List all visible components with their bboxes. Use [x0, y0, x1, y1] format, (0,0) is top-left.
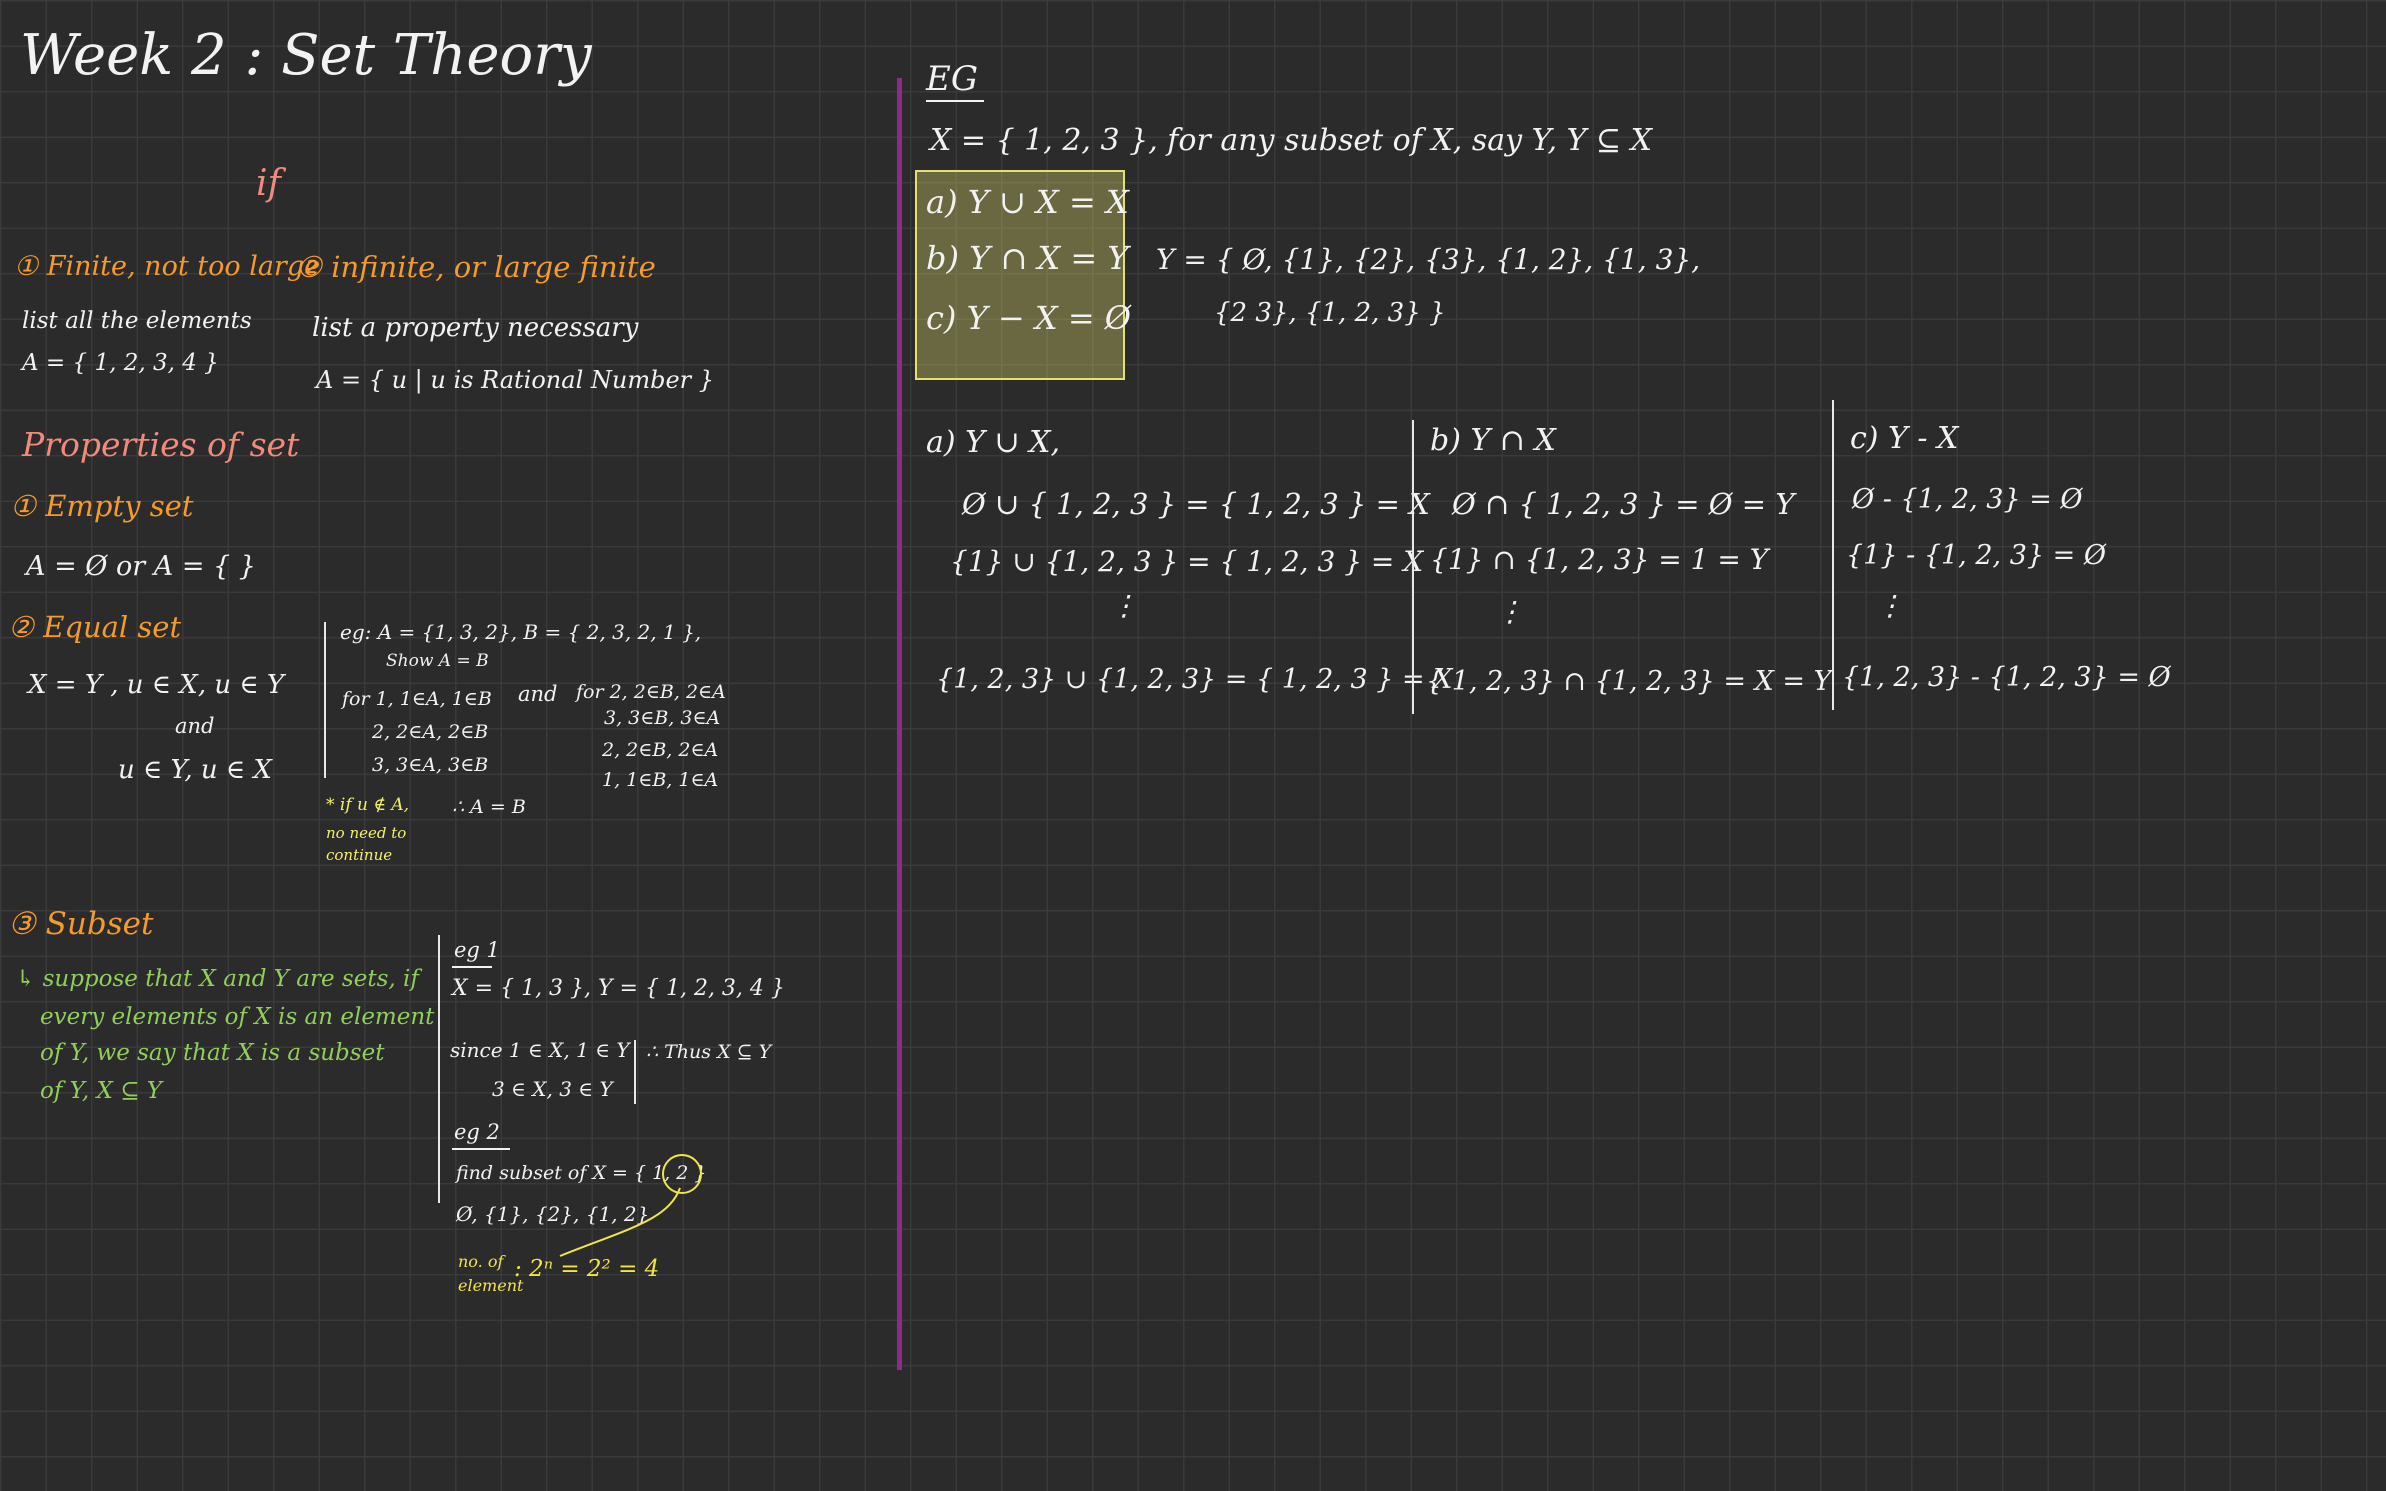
col-b-dots: ⋮ [1496, 595, 1524, 628]
col-c-row-1: Ø - {1, 2, 3} = Ø [1852, 484, 2083, 515]
equal-set-therefore: ∴ A = B [452, 796, 526, 818]
subset-formula: : 2ⁿ = 2² = 4 [514, 1256, 660, 1282]
subset-eg2-underline [452, 1148, 510, 1150]
equal-set-for1-c: 3, 3∈A, 3∈B [372, 754, 489, 776]
page-divider [897, 78, 902, 1370]
subset-arrow-curve [559, 1187, 681, 1257]
eg-label: EG [926, 59, 978, 99]
col-c-row-2: {1} - {1, 2, 3} = Ø [1846, 540, 2106, 571]
eg-underline [926, 100, 984, 102]
col-c-heading: c) Y - X [1850, 421, 1959, 456]
subset-thus: ∴ Thus X ⊆ Y [646, 1041, 772, 1063]
eg-premise: X = { 1, 2, 3 }, for any subset of X, sa… [930, 123, 1652, 158]
infinite-heading: ② infinite, or large finite [296, 250, 656, 284]
eg-statement-c: c) Y − X = Ø [926, 299, 1132, 337]
subset-eg1-line: X = { 1, 3 }, Y = { 1, 2, 3, 4 } [452, 976, 785, 1001]
equal-set-eg-line-2: Show A = B [386, 651, 489, 671]
col-a-row-3: {1, 2, 3} ∪ {1, 2, 3} = { 1, 2, 3 } = X [936, 664, 1453, 695]
finite-line-1: list all the elements [22, 308, 252, 334]
finite-line-2: A = { 1, 2, 3, 4 } [22, 350, 219, 376]
subset-def-4: of Y, X ⊆ Y [40, 1078, 162, 1104]
col-a-dots: ⋮ [1110, 589, 1138, 622]
empty-set-heading: ① Empty set [10, 489, 194, 523]
equal-set-for2-b: 3, 3∈B, 3∈A [604, 707, 721, 729]
equal-set-for2-a: for 2, 2∈B, 2∈A [576, 681, 726, 703]
col-b-row-1: Ø ∩ { 1, 2, 3 } = Ø = Y [1452, 487, 1795, 521]
subset-eg2-label: eg 2 [454, 1120, 500, 1144]
equal-set-line-2: and [175, 714, 215, 738]
col-ab-divider [1412, 420, 1414, 714]
col-a-row-2: {1} ∪ {1, 2, 3 } = { 1, 2, 3 } = X [950, 545, 1424, 578]
col-bc-divider [1832, 400, 1834, 710]
y-list-line-2: {2 3}, {1, 2, 3} } [1214, 298, 1446, 328]
eg-statement-a: a) Y ∪ X = X [926, 183, 1129, 221]
empty-set-line: A = Ø or A = { } [26, 551, 256, 582]
subset-divider [438, 935, 440, 1203]
equal-set-heading: ② Equal set [8, 610, 182, 644]
subset-eg1-underline [452, 966, 492, 968]
subset-def-2: every elements of X is an element [40, 1004, 435, 1030]
col-b-row-3: { 1, 2, 3} ∩ {1, 2, 3} = X = Y [1426, 666, 1832, 697]
subset-since-2: 3 ∈ X, 3 ∈ Y [492, 1077, 613, 1101]
subset-thus-divider [634, 1040, 636, 1104]
subset-heading: ③ Subset [8, 906, 154, 942]
equal-set-for2-d: 1, 1∈B, 1∈A [602, 769, 719, 791]
properties-heading: Properties of set [22, 425, 300, 464]
equal-set-line-1: X = Y , u ∈ X, u ∈ Y [28, 670, 285, 700]
equal-set-and: and [518, 682, 558, 706]
col-a-row-1: Ø ∪ { 1, 2, 3 } = { 1, 2, 3 } = X [962, 487, 1430, 521]
col-c-dots: ⋮ [1876, 589, 1904, 622]
equal-set-for2-c: 2, 2∈B, 2∈A [602, 739, 719, 761]
equal-set-eg-line-1: eg: A = {1, 3, 2}, B = { 2, 3, 2, 1 }, [340, 620, 702, 644]
equal-set-note-3: continue [326, 846, 393, 864]
y-list-line-1: Y = { Ø, {1}, {2}, {3}, {1, 2}, {1, 3}, [1156, 243, 1701, 276]
equal-set-note-2: no need to [326, 824, 407, 842]
finite-heading: ① Finite, not too large [14, 251, 321, 282]
eg-statement-b: b) Y ∩ X = Y [926, 239, 1129, 277]
equal-set-divider [324, 622, 326, 778]
subset-def-1: ↳ suppose that X and Y are sets, if [16, 966, 419, 992]
col-b-heading: b) Y ∩ X [1430, 423, 1556, 458]
col-a-heading: a) Y ∪ X, [926, 425, 1061, 460]
equal-set-note-1: * if u ∉ A, [326, 795, 410, 815]
subset-since-1: since 1 ∈ X, 1 ∈ Y [450, 1038, 630, 1062]
equal-set-line-3: u ∈ Y, u ∈ X [118, 755, 272, 785]
subset-def-3: of Y, we say that X is a subset [40, 1040, 385, 1066]
infinite-line-2: A = { u | u is Rational Number } [316, 366, 715, 394]
if-label: if [256, 163, 281, 204]
subset-no-of-1: no. of [458, 1252, 504, 1271]
infinite-line-1: list a property necessary [312, 313, 639, 343]
col-c-row-3: {1, 2, 3} - {1, 2, 3} = Ø [1842, 662, 2171, 693]
page-title: Week 2 : Set Theory [20, 23, 592, 88]
subset-eg1-label: eg 1 [454, 938, 500, 962]
equal-set-for1-a: for 1, 1∈A, 1∈B [342, 688, 492, 710]
equal-set-for1-b: 2, 2∈A, 2∈B [372, 721, 489, 743]
col-b-row-2: {1} ∩ {1, 2, 3} = 1 = Y [1430, 543, 1769, 576]
